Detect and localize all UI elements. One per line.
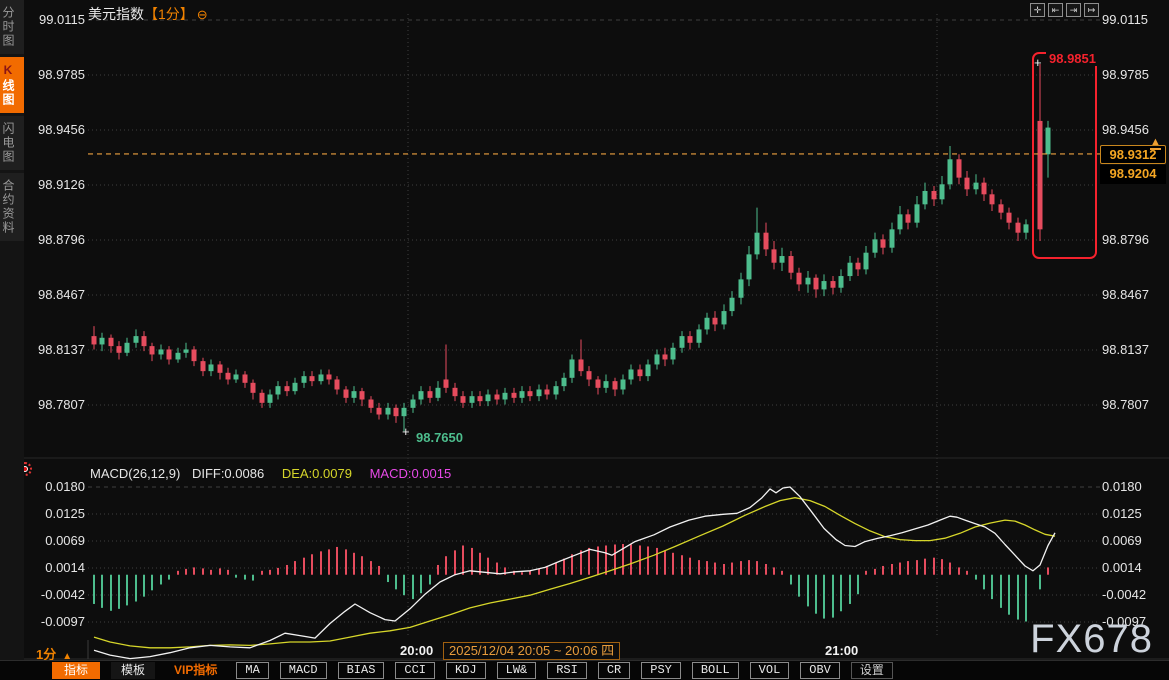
interval-tag: 【1分】	[144, 6, 194, 22]
toolbar-item-RSI[interactable]: RSI	[547, 662, 587, 679]
fx678-watermark: FX678	[1030, 617, 1153, 662]
macd-indicator-header: MACD(26,12,9) DIFF:0.0086 DEA:0.0079 MAC…	[90, 466, 451, 481]
zoom-out-icon[interactable]: ⊖	[197, 7, 208, 22]
macd-diff-value: DIFF:0.0086	[192, 466, 264, 481]
price-and-macd-chart-canvas	[0, 0, 1169, 660]
crosshair-icon[interactable]: ✛	[1030, 3, 1045, 17]
toolbar-item-LW&[interactable]: LW&	[497, 662, 537, 679]
session-range-readout: 2025/12/04 20:05 ~ 20:06 四	[443, 642, 620, 660]
price-axis-label-left: 98.7807	[23, 397, 85, 412]
price-axis-label-right: 98.8796	[1102, 232, 1149, 247]
pan-left-icon[interactable]: ⇤	[1048, 3, 1063, 17]
chart-type-sidebar: 分时图 K线图闪电图合约资料	[0, 0, 24, 660]
price-axis-label-left: 98.9785	[23, 67, 85, 82]
high-crosshair-mark: +	[1034, 55, 1042, 70]
toolbar-item-BIAS[interactable]: BIAS	[338, 662, 385, 679]
price-axis-label-right: 98.7807	[1102, 397, 1149, 412]
toolbar-item-CCI[interactable]: CCI	[395, 662, 435, 679]
price-alert-marker-icon[interactable]: ▲	[1150, 137, 1161, 150]
toolbar-item-PSY[interactable]: PSY	[641, 662, 681, 679]
sidebar-item-1[interactable]: K线图	[0, 57, 24, 113]
toolbar-item-KDJ[interactable]: KDJ	[446, 662, 486, 679]
selection-highlight-box	[1032, 52, 1097, 259]
toolbar-item-设置[interactable]: 设置	[851, 662, 893, 679]
low-crosshair-mark: +	[402, 424, 410, 439]
macd-axis-label-left: 0.0180	[23, 479, 85, 494]
exit-icon[interactable]: ↦	[1084, 3, 1099, 17]
price-axis-label-right: 98.8467	[1102, 287, 1149, 302]
macd-axis-label-right: 0.0180	[1102, 479, 1142, 494]
price-axis-label-left: 98.8137	[23, 342, 85, 357]
toolbar-item-VOL[interactable]: VOL	[750, 662, 790, 679]
price-axis-label-right: 98.9456	[1102, 122, 1149, 137]
toolbar-item-指标[interactable]: 指标	[52, 662, 100, 679]
instrument-title: 美元指数	[88, 6, 144, 22]
toolbar-item-VIP指标[interactable]: VIP指标	[166, 663, 225, 678]
indicator-toolbar: 指标模板 VIP指标 MA MACD BIAS CCI KDJ LW&RSI CR PSY BOLL…	[0, 660, 1169, 680]
price-axis-label-left: 98.8467	[23, 287, 85, 302]
price-axis-label-left: 99.0115	[23, 12, 85, 27]
macd-dea-value: DEA:0.0079	[282, 466, 352, 481]
price-axis-label-right: 99.0115	[1102, 12, 1148, 27]
toolbar-item-模板[interactable]: 模板	[111, 662, 155, 679]
toolbar-item-BOLL[interactable]: BOLL	[692, 662, 739, 679]
macd-axis-label-left: -0.0097	[23, 614, 85, 629]
macd-axis-label-right: -0.0042	[1102, 587, 1146, 602]
price-axis-label-left: 98.8796	[23, 232, 85, 247]
macd-params: MACD(26,12,9)	[90, 466, 180, 481]
chart-application: 分时图 K线图闪电图合约资料 美元指数【1分】⊖ ✛⇤⇥↦ 99.0115 98.9…	[0, 0, 1169, 680]
pan-right-icon[interactable]: ⇥	[1066, 3, 1081, 17]
low-price-label: 98.7650	[416, 430, 463, 445]
price-axis-label-right: 98.9785	[1102, 67, 1149, 82]
macd-axis-label-left: 0.0125	[23, 506, 85, 521]
time-label-21: 21:00	[825, 643, 858, 658]
toolbar-item-MACD[interactable]: MACD	[280, 662, 327, 679]
toolbar-item-CR[interactable]: CR	[598, 662, 630, 679]
sidebar-item-3[interactable]: 合约资料	[0, 173, 24, 241]
window-control-icons: ✛⇤⇥↦	[1030, 3, 1099, 17]
toolbar-item-MA[interactable]: MA	[236, 662, 268, 679]
macd-axis-label-right: 0.0069	[1102, 533, 1142, 548]
time-label-20: 20:00	[400, 643, 433, 658]
price-axis-label-left: 98.9126	[23, 177, 85, 192]
macd-axis-label-left: 0.0069	[23, 533, 85, 548]
price-axis-label-left: 98.9456	[23, 122, 85, 137]
macd-axis-label-left: 0.0014	[23, 560, 85, 575]
secondary-price-tag: 98.9204	[1100, 165, 1166, 184]
macd-axis-label-right: 0.0125	[1102, 506, 1142, 521]
price-axis-label-right: 98.8137	[1102, 342, 1149, 357]
macd-axis-label-right: 0.0014	[1102, 560, 1142, 575]
macd-axis-label-left: -0.0042	[23, 587, 85, 602]
macd-macd-value: MACD:0.0015	[370, 466, 452, 481]
sidebar-item-2[interactable]: 闪电图	[0, 116, 24, 170]
high-price-label: 98.9851	[1046, 51, 1099, 66]
sidebar-item-0[interactable]: 分时图	[0, 0, 24, 54]
toolbar-item-OBV[interactable]: OBV	[800, 662, 840, 679]
chart-header: 美元指数【1分】⊖	[88, 4, 208, 24]
